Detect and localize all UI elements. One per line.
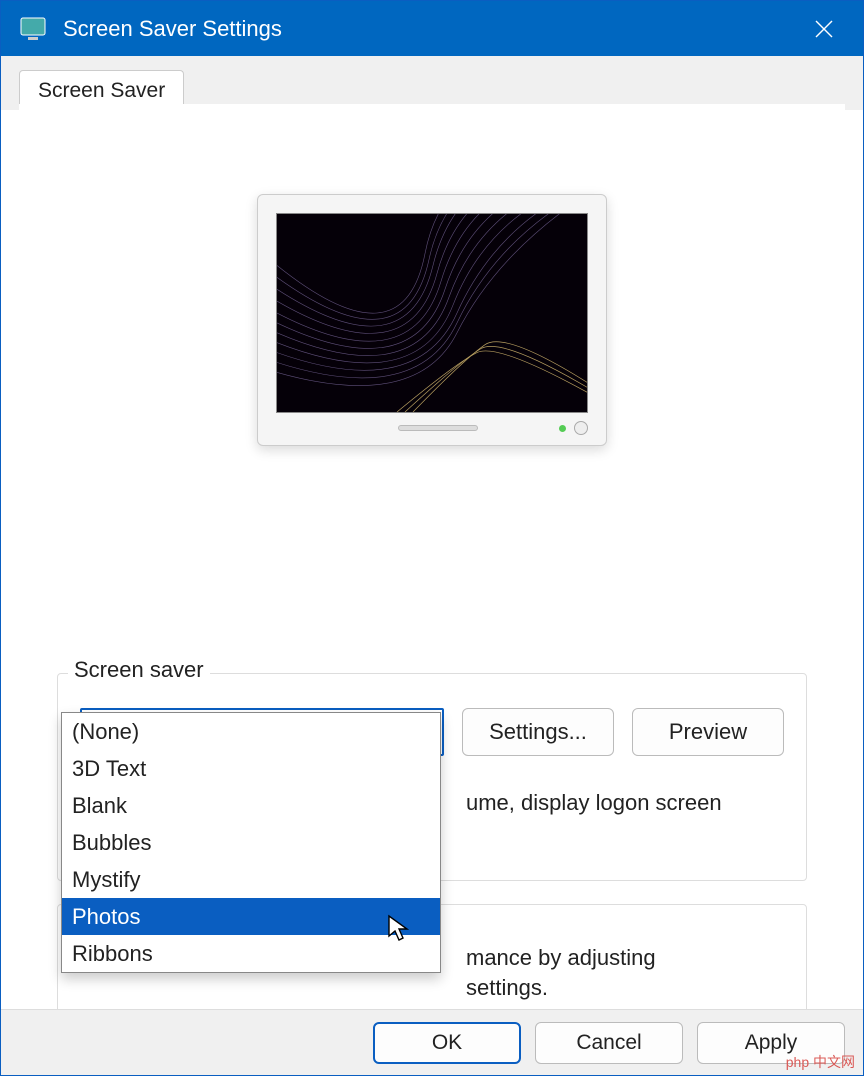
button-label: Preview (669, 719, 747, 745)
button-label: Apply (745, 1031, 798, 1055)
power-text-fragment-1: mance by adjusting (466, 943, 656, 973)
monitor-graphic (257, 194, 607, 446)
cancel-button[interactable]: Cancel (535, 1022, 683, 1064)
dialog-window: Screen Saver Settings Screen Saver (0, 0, 864, 1076)
titlebar: Screen Saver Settings (1, 1, 863, 56)
button-label: Settings... (489, 719, 587, 745)
monitor-led-icon (559, 425, 566, 432)
dropdown-option[interactable]: (None) (62, 713, 440, 750)
preview-button[interactable]: Preview (632, 708, 784, 756)
monitor-bezel-slot (398, 425, 478, 431)
app-icon (19, 14, 49, 44)
tabstrip: Screen Saver (1, 56, 863, 110)
groupbox-legend: Screen saver (68, 657, 210, 683)
screensaver-preview (19, 104, 845, 446)
monitor-power-icon (574, 421, 588, 435)
dropdown-option[interactable]: Photos (62, 898, 440, 935)
dropdown-option[interactable]: Mystify (62, 861, 440, 898)
settings-button[interactable]: Settings... (462, 708, 614, 756)
button-label: Cancel (576, 1031, 641, 1055)
power-text-fragment-2: settings. (466, 973, 548, 1003)
client-area: Screen Saver (1, 56, 863, 1075)
mouse-cursor-icon (387, 914, 409, 947)
ok-button[interactable]: OK (373, 1022, 521, 1064)
screensaver-dropdown-list[interactable]: (None)3D TextBlankBubblesMystifyPhotosRi… (61, 712, 441, 973)
dropdown-option[interactable]: Ribbons (62, 935, 440, 972)
monitor-screen (276, 213, 588, 413)
window-title: Screen Saver Settings (63, 16, 795, 42)
dropdown-option[interactable]: Blank (62, 787, 440, 824)
logon-text-fragment: ume, display logon screen (466, 788, 722, 818)
tab-label: Screen Saver (38, 79, 165, 103)
button-label: OK (432, 1031, 462, 1055)
dialog-footer: OK Cancel Apply (1, 1009, 863, 1075)
dropdown-option[interactable]: 3D Text (62, 750, 440, 787)
watermark-text: php 中文网 (786, 1052, 855, 1072)
close-button[interactable] (795, 1, 853, 56)
dropdown-option[interactable]: Bubbles (62, 824, 440, 861)
